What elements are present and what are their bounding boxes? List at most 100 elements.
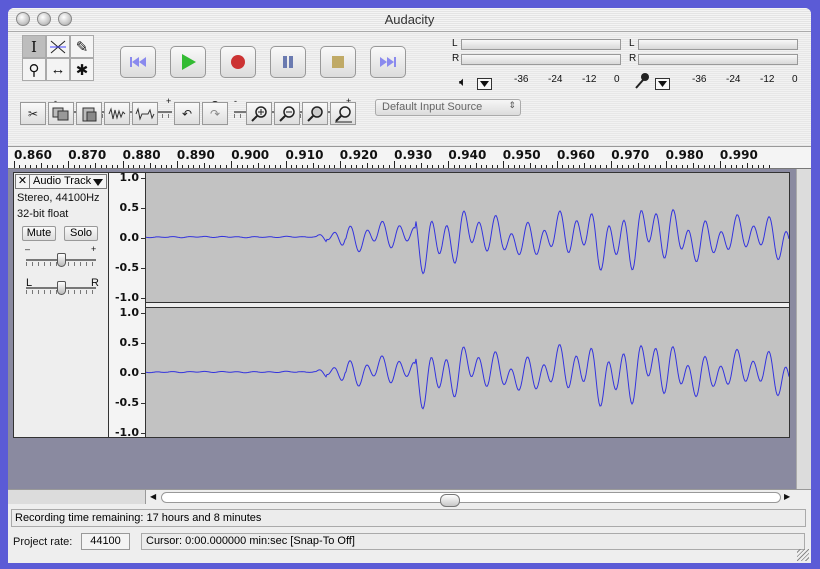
undo-button[interactable]: ↶ [174, 102, 200, 125]
selection-tool[interactable]: I [22, 35, 46, 58]
stop-button[interactable] [320, 46, 356, 78]
recording-status: Recording time remaining: 17 hours and 8… [11, 509, 806, 527]
timeshift-tool[interactable]: ↔ [46, 58, 70, 81]
amplitude-label: -1.0 [114, 291, 139, 304]
track-control-panel: ✕ Audio Track Stereo, 44100Hz 32-bit flo… [14, 173, 109, 437]
ruler-tick [437, 165, 439, 168]
channel-1-waveform [146, 208, 789, 275]
paste-icon [82, 107, 97, 121]
cursor-position: Cursor: 0:00.000000 min:sec [Snap-To Off… [141, 533, 805, 550]
close-track-button[interactable]: ✕ [16, 175, 30, 188]
vertical-scrollbar[interactable] [796, 169, 811, 489]
ruler-tick [171, 165, 173, 168]
ruler-tick [345, 165, 347, 168]
pan-slider-thumb[interactable] [57, 281, 66, 295]
ruler-tick [589, 165, 591, 168]
toolbar-panel: I ✎ ⚲ ↔ ✱ L R 🔈︎ -36 -24 -12 0 L R -36 -… [8, 32, 811, 154]
fit-selection-button[interactable] [302, 102, 328, 125]
scroll-left-arrow-icon[interactable]: ◀ [150, 492, 156, 501]
silence-button[interactable] [132, 102, 158, 125]
ruler-tick [285, 161, 287, 168]
ruler-tick [763, 165, 765, 168]
input-source-select[interactable]: Default Input Source ⇕ [375, 99, 521, 116]
ruler-label: 0.920 [339, 148, 378, 162]
amplitude-label: -0.5 [114, 261, 139, 274]
record-button[interactable] [220, 46, 256, 78]
audacity-window: Audacity I ✎ ⚲ ↔ ✱ L R 🔈︎ -36 -24 -12 0 … [8, 8, 811, 563]
ruler-tick [62, 165, 64, 168]
input-meter-menu-button[interactable] [655, 78, 670, 90]
cut-button[interactable]: ✂ [20, 102, 46, 125]
horizontal-scroll-thumb[interactable] [440, 494, 460, 507]
ruler-tick [128, 165, 130, 168]
ruler-tick [323, 165, 325, 168]
ruler-tick [415, 165, 417, 168]
zoom-in-icon [251, 105, 267, 122]
ruler-tick [660, 165, 662, 168]
ruler-tick [513, 165, 515, 168]
copy-button[interactable] [48, 102, 74, 125]
trim-icon [108, 106, 126, 120]
ruler-tick [497, 165, 499, 168]
solo-button[interactable]: Solo [64, 226, 98, 241]
gain-slider-thumb[interactable] [57, 253, 66, 267]
mute-button[interactable]: Mute [22, 226, 56, 241]
zoom-out-icon [279, 105, 295, 122]
redo-icon: ↷ [209, 106, 221, 121]
skip-to-start-button[interactable] [120, 46, 156, 78]
ruler-tick [225, 165, 227, 168]
ruler-tick [540, 165, 542, 168]
multi-tool[interactable]: ✱ [70, 58, 94, 81]
ruler-tick [518, 165, 520, 168]
track-name-menu[interactable]: ✕ Audio Track [15, 174, 107, 189]
zoom-in-button[interactable] [246, 102, 272, 125]
redo-button[interactable]: ↷ [202, 102, 228, 125]
ruler-label: 0.900 [231, 148, 270, 162]
ruler-tick [79, 165, 81, 168]
scroll-spacer [8, 490, 146, 504]
output-meter-menu-button[interactable] [477, 78, 492, 90]
ruler-label: 0.970 [611, 148, 650, 162]
amplitude-label: -1.0 [114, 426, 139, 439]
chevron-down-icon [658, 81, 667, 87]
fit-project-button[interactable] [330, 102, 356, 125]
input-meter-tick: -36 [692, 74, 707, 85]
microphone-icon [635, 73, 649, 89]
ruler-tick [638, 163, 640, 168]
horizontal-scrollbar[interactable] [161, 492, 781, 507]
ruler-tick [562, 165, 564, 168]
play-button[interactable] [170, 46, 206, 78]
amplitude-tick [141, 313, 145, 314]
ruler-tick [122, 161, 124, 168]
ruler-tick [567, 165, 569, 168]
amplitude-tick [141, 433, 145, 434]
ruler-tick [258, 163, 260, 168]
ruler-tick [388, 165, 390, 168]
undo-icon: ↶ [181, 106, 193, 121]
tracks-area: ✕ Audio Track Stereo, 44100Hz 32-bit flo… [8, 169, 796, 489]
ruler-tick [160, 165, 162, 168]
resize-grip-icon[interactable] [797, 549, 809, 561]
timeline-ruler[interactable]: 0.860 0.870 0.880 0.890 0.900 0.910 0.920 0.930… [8, 146, 811, 169]
title-bar: Audacity [8, 8, 811, 32]
project-rate-field[interactable]: 44100 [81, 533, 130, 550]
input-meter-right-bar [638, 54, 798, 65]
ruler-label: 0.940 [448, 148, 487, 162]
ruler-tick [328, 165, 330, 168]
ruler-tick [263, 165, 265, 168]
play-icon [182, 54, 196, 70]
ruler-tick [57, 165, 59, 168]
asterisk-icon: ✱ [75, 61, 89, 79]
scroll-right-arrow-icon[interactable]: ▶ [784, 492, 790, 501]
zoom-tool[interactable]: ⚲ [22, 58, 46, 81]
zoom-out-button[interactable] [274, 102, 300, 125]
output-meter-left-bar [461, 39, 621, 50]
skip-to-end-button[interactable] [370, 46, 406, 78]
envelope-tool[interactable] [46, 35, 70, 58]
trim-button[interactable] [104, 102, 130, 125]
ruler-tick [692, 163, 694, 168]
ruler-tick [768, 165, 770, 168]
pause-button[interactable] [270, 46, 306, 78]
paste-button[interactable] [76, 102, 102, 125]
draw-tool[interactable]: ✎ [70, 35, 94, 58]
